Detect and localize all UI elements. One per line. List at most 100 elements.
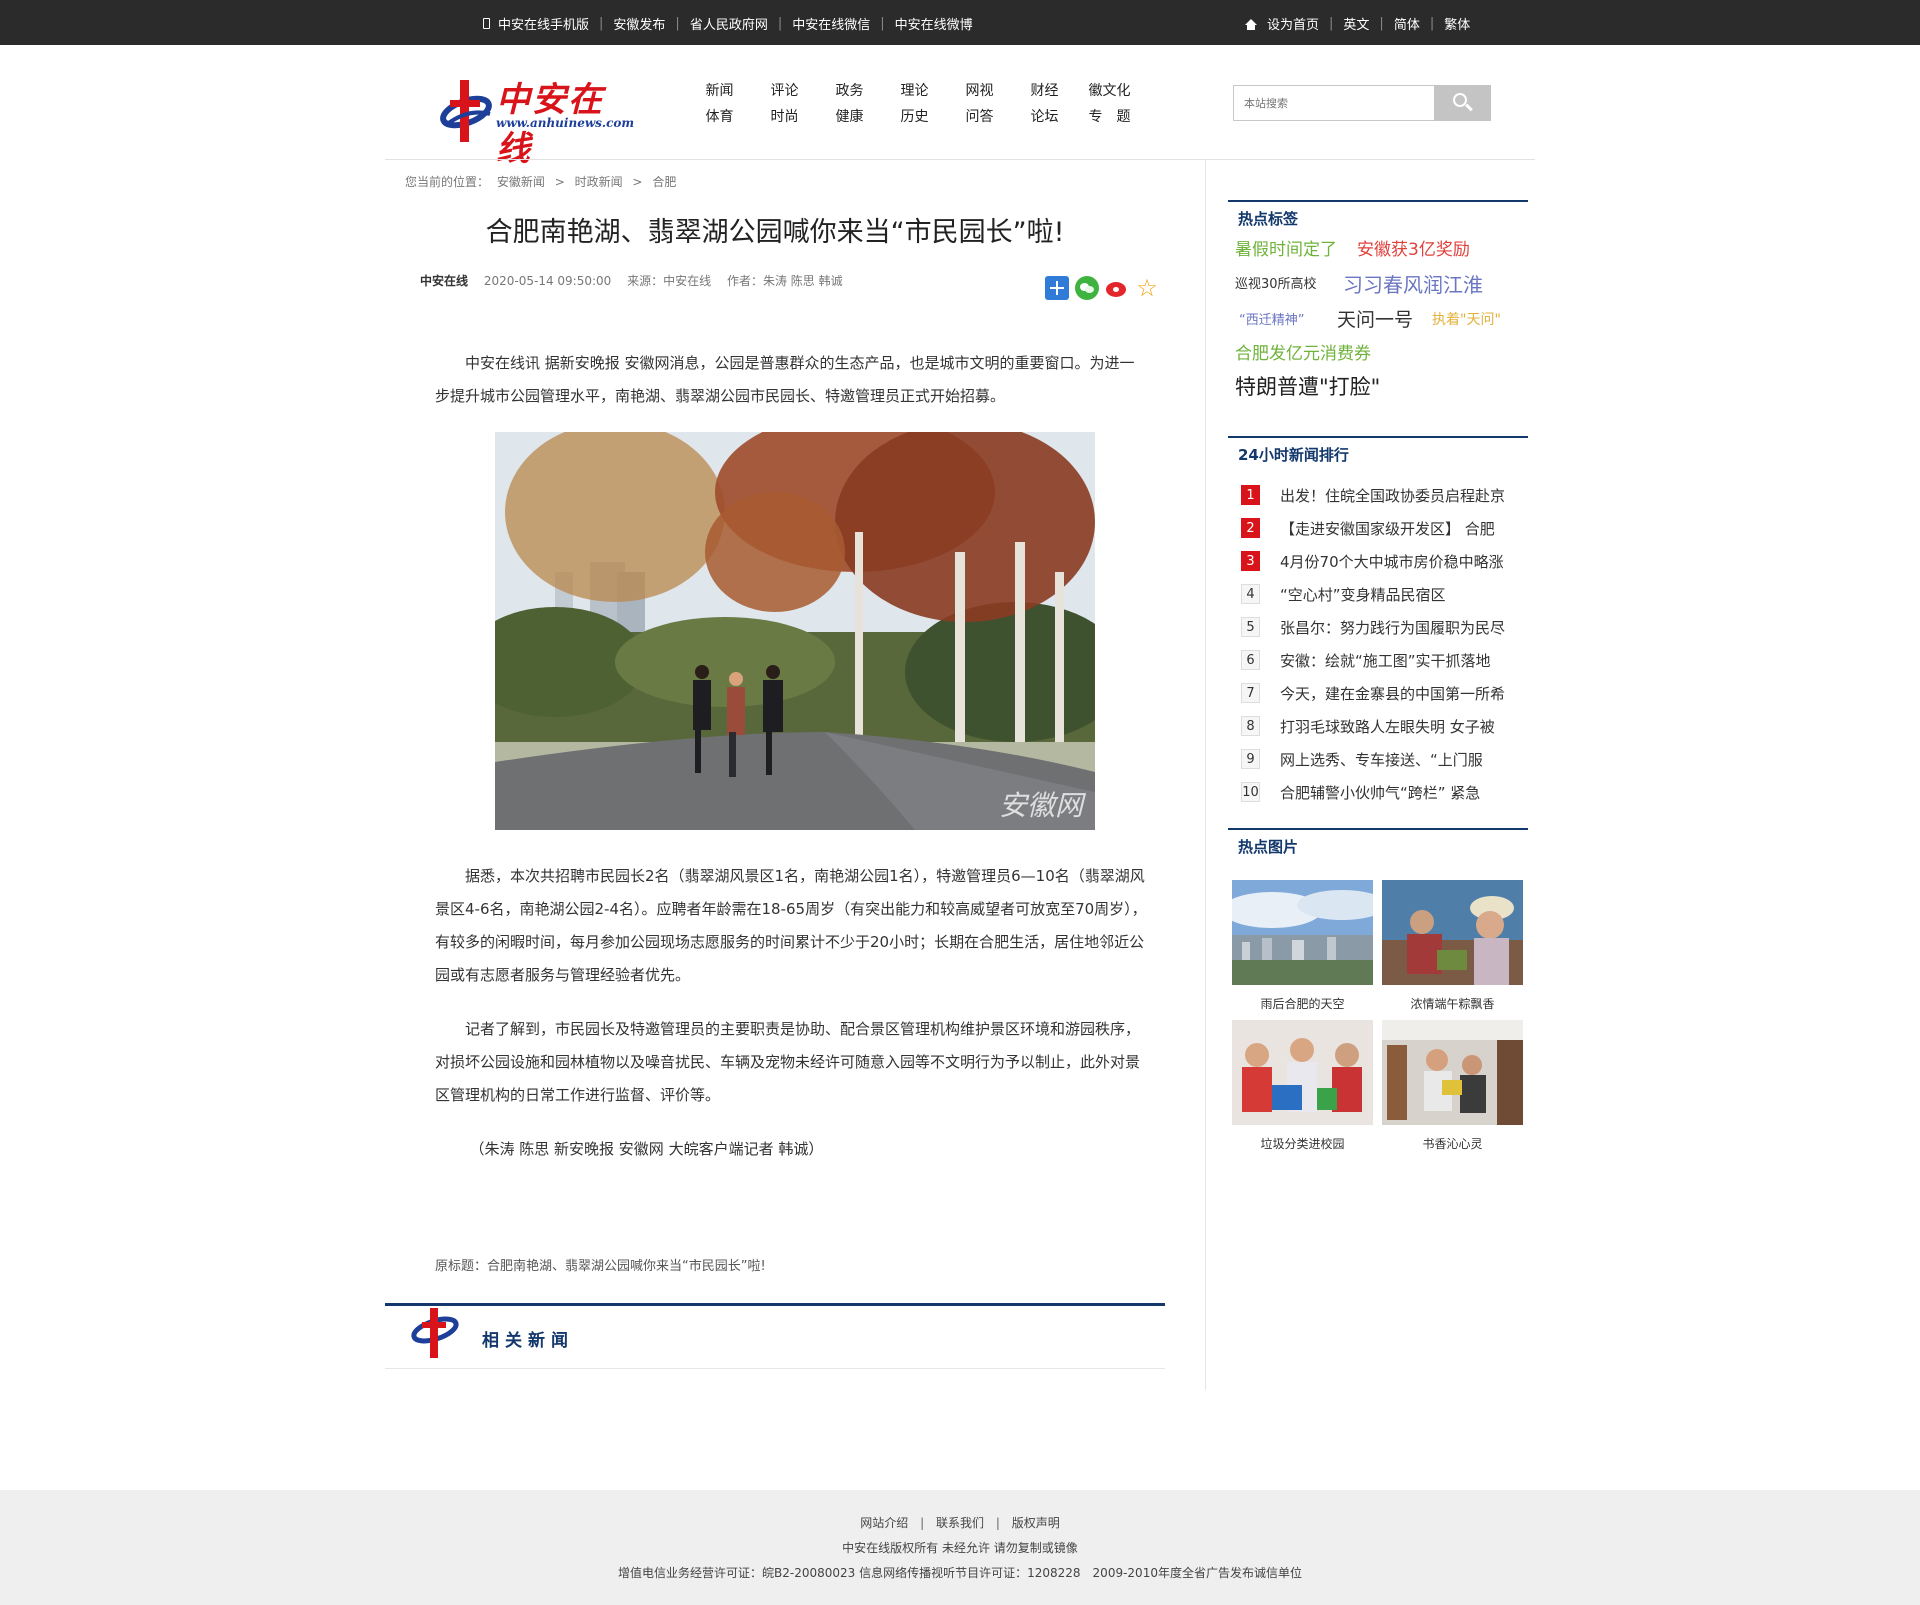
breadcrumb: 您当前的位置： 安徽新闻 > 时政新闻 > 合肥	[405, 173, 676, 190]
logo-url: www.anhuinews.com	[496, 116, 635, 130]
rank-item[interactable]: 10 合肥辅警小伙帅气“跨栏” 紧急	[1241, 782, 1531, 802]
rank-number: 4	[1241, 584, 1260, 604]
nav-item-culture[interactable]: 徽文化	[1087, 80, 1132, 100]
wechat-link[interactable]: 中安在线微信	[792, 14, 870, 33]
rank-item[interactable]: 8 打羽毛球致路人左眼失明 女子被	[1241, 716, 1531, 736]
weibo-link[interactable]: 中安在线微博	[895, 14, 973, 33]
hot-picture[interactable]: 雨后合肥的天空	[1232, 880, 1373, 1012]
separator: |	[880, 16, 885, 31]
photo-watermark: 安徽网	[998, 789, 1083, 822]
nav-item-forum[interactable]: 论坛	[1022, 106, 1067, 126]
nav-item-video[interactable]: 网视	[957, 80, 1002, 100]
hot-picture-caption: 垃圾分类进校园	[1260, 1137, 1345, 1151]
article-byline: （朱涛 陈思 新安晚报 安徽网 大皖客户端记者 韩诚）	[469, 1140, 824, 1158]
share-more-icon[interactable]	[1045, 276, 1069, 300]
separator: |	[1379, 16, 1384, 31]
rank-item[interactable]: 6 安徽：绘就“施工图”实干抓落地	[1241, 650, 1531, 670]
hot-tag[interactable]: 安徽获3亿奖励	[1357, 235, 1470, 260]
rank-headline: 【走进安徽国家级开发区】 合肥	[1280, 519, 1495, 538]
original-title: 原标题：合肥南艳湖、翡翠湖公园喊你来当“市民园长”啦!	[435, 1259, 766, 1274]
rank-item[interactable]: 2 【走进安徽国家级开发区】 合肥	[1241, 518, 1531, 538]
hot-tag[interactable]: “西迁精神”	[1239, 309, 1304, 328]
article-title: 合肥南艳湖、翡翠湖公园喊你来当“市民园长”啦!	[485, 217, 1065, 248]
article-source: 来源：中安在线	[627, 274, 712, 288]
search-icon	[1453, 93, 1467, 107]
hot-picture[interactable]: 书香沁心灵	[1382, 1020, 1523, 1152]
related-news-divider	[385, 1303, 1165, 1306]
article-author: 作者：朱涛 陈思 韩诚	[726, 274, 843, 288]
hot-picture-image	[1382, 1020, 1523, 1125]
rank-item[interactable]: 5 张昌尔：努力践行为国履职为民尽	[1241, 617, 1531, 637]
hot-tag[interactable]: 合肥发亿元消费券	[1235, 339, 1371, 364]
hot-tag[interactable]: 执着"天问"	[1432, 309, 1501, 329]
article-paragraph: 据悉，本次共招聘市民园长2名（翡翠湖风景区1名，南艳湖公园1名），特邀管理员6—…	[435, 867, 1147, 984]
rank-item[interactable]: 4 “空心村”变身精品民宿区	[1241, 584, 1531, 604]
breadcrumb-separator: >	[554, 175, 565, 189]
rank-number: 8	[1241, 716, 1260, 736]
separator: |	[1329, 16, 1334, 31]
site-search	[1233, 85, 1491, 121]
footer-copyright-link[interactable]: 版权声明	[1012, 1516, 1060, 1530]
rank-headline: “空心村”变身精品民宿区	[1280, 585, 1446, 604]
favorite-star-icon[interactable]: ☆	[1135, 276, 1159, 300]
hot-picture[interactable]: 浓情端午粽飘香	[1382, 880, 1523, 1012]
separator: |	[599, 16, 604, 31]
rank-number: 3	[1241, 551, 1260, 571]
rank-headline: 张昌尔：努力践行为国履职为民尽	[1280, 618, 1506, 637]
site-header: 中安在线 www.anhuinews.com 新闻 评论 政务 理论 网视 财经…	[0, 45, 1920, 169]
traditional-link[interactable]: 繁体	[1444, 14, 1470, 33]
rank-title: 24小时新闻排行	[1238, 446, 1349, 464]
nav-item-comment[interactable]: 评论	[762, 80, 807, 100]
rank-headline: 合肥辅警小伙帅气“跨栏” 紧急	[1280, 783, 1481, 802]
hot-tag[interactable]: 天问一号	[1337, 305, 1413, 332]
simplified-link[interactable]: 简体	[1394, 14, 1420, 33]
mobile-link[interactable]: 中安在线手机版	[498, 14, 589, 33]
rank-header-line	[1228, 436, 1528, 438]
hot-tag[interactable]: 特朗普遭"打脸"	[1235, 371, 1380, 401]
nav-item-theory[interactable]: 理论	[892, 80, 937, 100]
separator: |	[920, 1516, 925, 1530]
hot-tag[interactable]: 暑假时间定了	[1235, 235, 1337, 260]
nav-item-news[interactable]: 新闻	[697, 80, 742, 100]
hot-tag[interactable]: 习习春风润江淮	[1343, 269, 1483, 298]
breadcrumb-item-politics[interactable]: 时政新闻	[575, 175, 623, 189]
search-input[interactable]	[1234, 86, 1434, 120]
search-button[interactable]	[1434, 85, 1491, 121]
hot-picture-image	[1382, 880, 1523, 985]
site-logo[interactable]: 中安在线 www.anhuinews.com	[438, 70, 638, 169]
breadcrumb-item-hefei[interactable]: 合肥	[652, 175, 676, 189]
gov-link[interactable]: 省人民政府网	[690, 14, 768, 33]
nav-item-fashion[interactable]: 时尚	[762, 106, 807, 126]
english-link[interactable]: 英文	[1343, 14, 1369, 33]
footer-contact-link[interactable]: 联系我们	[936, 1516, 984, 1530]
rank-number: 9	[1241, 749, 1260, 769]
share-bar: ☆	[1045, 276, 1159, 300]
rank-item[interactable]: 7 今天，建在金寨县的中国第一所希	[1241, 683, 1531, 703]
rank-number: 10	[1241, 782, 1260, 802]
rank-item[interactable]: 3 4月份70个大中城市房价稳中略涨	[1241, 551, 1531, 571]
home-icon	[1245, 18, 1257, 30]
nav-item-history[interactable]: 历史	[892, 106, 937, 126]
set-homepage-link[interactable]: 设为首页	[1267, 14, 1319, 33]
anhui-release-link[interactable]: 安徽发布	[613, 14, 665, 33]
nav-item-health[interactable]: 健康	[827, 106, 872, 126]
rank-item[interactable]: 9 网上选秀、专车接送、“上门服	[1241, 749, 1531, 769]
wechat-share-icon[interactable]	[1075, 276, 1099, 300]
nav-item-finance[interactable]: 财经	[1022, 80, 1067, 100]
nav-item-government[interactable]: 政务	[827, 80, 872, 100]
nav-item-qa[interactable]: 问答	[957, 106, 1002, 126]
breadcrumb-item-anhui-news[interactable]: 安徽新闻	[497, 175, 545, 189]
footer-about-link[interactable]: 网站介绍	[860, 1516, 908, 1530]
hot-picture[interactable]: 垃圾分类进校园	[1232, 1020, 1373, 1152]
pics-title: 热点图片	[1238, 838, 1299, 856]
rank-headline: 网上选秀、专车接送、“上门服	[1280, 750, 1483, 769]
hot-tag[interactable]: 巡视30所高校	[1235, 273, 1317, 292]
separator: |	[1429, 16, 1435, 31]
nav-item-topics[interactable]: 专 题	[1087, 106, 1132, 126]
rank-number: 6	[1241, 650, 1260, 670]
park-photo-image	[495, 432, 1095, 830]
rank-item[interactable]: 1 出发！住皖全国政协委员启程赴京	[1241, 485, 1531, 505]
weibo-share-icon[interactable]	[1105, 276, 1129, 300]
nav-item-sports[interactable]: 体育	[697, 106, 742, 126]
rank-headline: 4月份70个大中城市房价稳中略涨	[1280, 552, 1504, 571]
